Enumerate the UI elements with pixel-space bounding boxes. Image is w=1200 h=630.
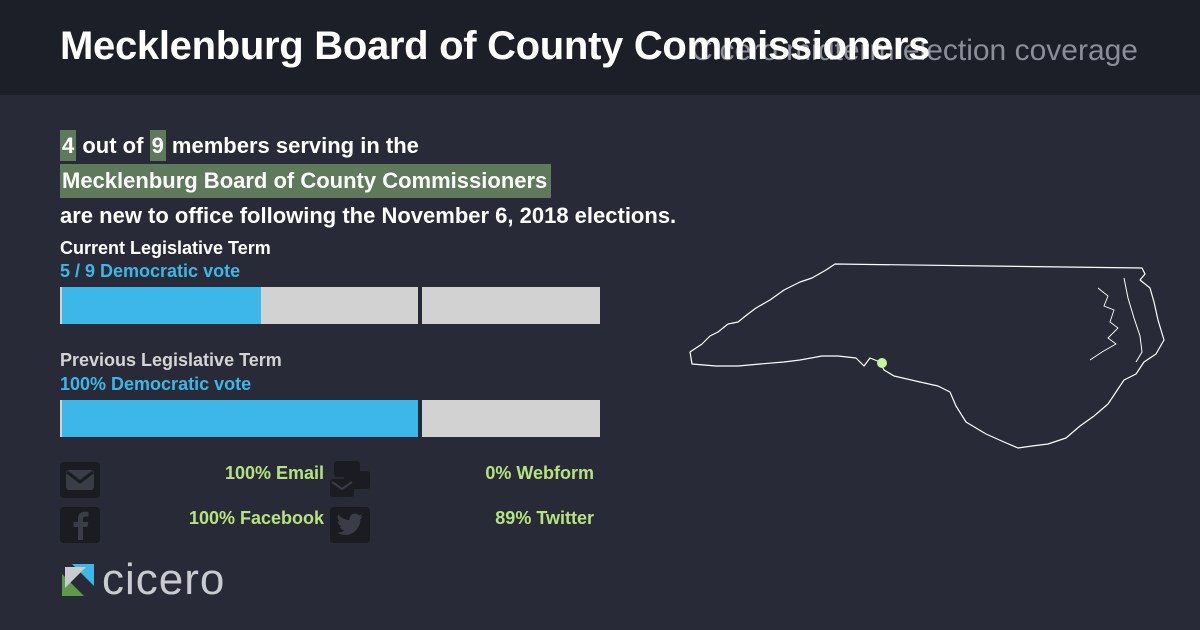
cicero-logo: cicero xyxy=(62,555,226,604)
twitter-icon xyxy=(330,507,370,543)
outer-banks-outline xyxy=(1123,277,1143,363)
previous-term-bar xyxy=(60,400,600,437)
twitter-stat: 89% Twitter xyxy=(495,508,594,528)
facebook-icon xyxy=(60,507,100,543)
current-term-vote: 5 / 9 Democratic vote xyxy=(60,261,241,281)
page-title: Mecklenburg Board of County Commissioner… xyxy=(60,24,931,68)
email-icon xyxy=(60,462,100,498)
summary-body-name: Mecklenburg Board of County Commissioner… xyxy=(60,164,552,198)
summary-out-of: out of xyxy=(76,133,150,158)
header-bar: Cicero midterm election coverage Mecklen… xyxy=(0,0,1200,95)
current-term-bar-fill xyxy=(62,287,261,324)
cicero-logo-icon xyxy=(62,564,94,596)
webform-icon xyxy=(330,461,370,498)
facebook-stat: 100% Facebook xyxy=(188,508,324,528)
previous-term-bar-divider xyxy=(418,400,422,437)
mecklenburg-marker xyxy=(877,358,887,368)
previous-term-vote: 100% Democratic vote xyxy=(60,374,252,394)
current-term-bar xyxy=(60,287,600,324)
summary-text: 4 out of 9 members serving in the Meckle… xyxy=(60,128,676,233)
summary-line3: are new to office following the November… xyxy=(60,203,677,228)
current-term-bar-divider xyxy=(418,287,422,324)
webform-stat: 0% Webform xyxy=(485,463,594,483)
new-member-count: 4 xyxy=(60,130,77,161)
total-member-count: 9 xyxy=(149,130,166,161)
summary-members-text: members serving in the xyxy=(165,133,419,158)
current-term-label: Current Legislative Term xyxy=(60,238,271,258)
sound-outline xyxy=(1089,287,1119,361)
previous-term-bar-fill xyxy=(62,400,421,437)
north-carolina-map xyxy=(689,263,1165,449)
cicero-logo-text: cicero xyxy=(102,555,226,604)
previous-term-label: Previous Legislative Term xyxy=(60,350,282,370)
north-carolina-outline xyxy=(689,263,1165,449)
email-stat: 100% Email xyxy=(224,463,324,483)
